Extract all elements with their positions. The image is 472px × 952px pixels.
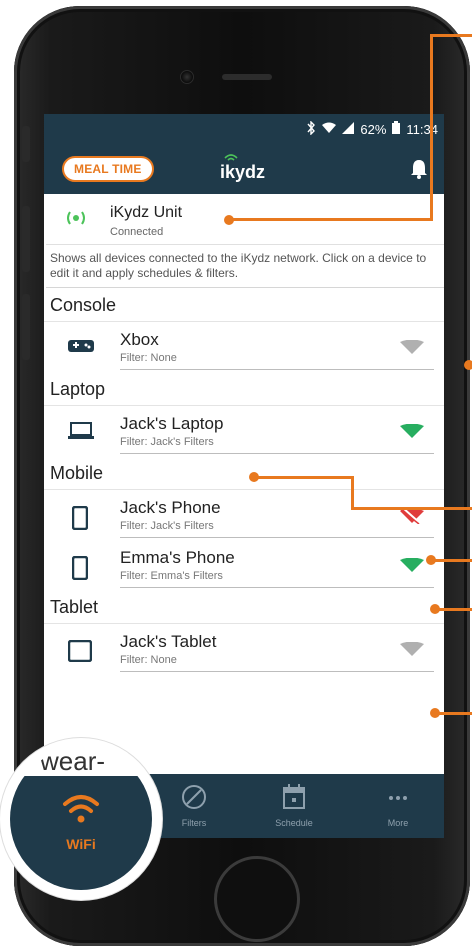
wifi-tab-zoom: wear- WiFi [0,738,162,900]
device-filter: Filter: Jack's Filters [120,520,214,532]
nav-label: Filters [181,818,207,828]
device-filter: Filter: Emma's Filters [120,570,223,582]
status-bar: 62% 11:34 [44,114,444,144]
app-bar: MEAL TIME ikydz [44,144,444,194]
broadcast-icon [62,206,90,235]
meal-time-button[interactable]: MEAL TIME [62,156,154,182]
nav-schedule[interactable]: Schedule [254,784,334,828]
more-dots-icon [389,796,407,800]
wifi-blocked-red-icon [400,507,424,529]
partial-section-text: wear- [40,748,106,776]
nav-label: Schedule [275,818,313,828]
callout-line [435,712,472,715]
mute-switch [22,126,30,162]
callout-line [351,476,354,510]
phone-screen: 62% 11:34 MEAL TIME ikydz iKydz Unit Con… [44,114,444,838]
volume-up-button [22,206,30,272]
wifi-icon [63,795,99,823]
callout-dot [464,360,472,370]
tablet-icon [67,639,93,667]
device-row-jacks-laptop[interactable]: Jack's Laptop Filter: Jack's Filters [44,406,444,456]
battery-percent: 62% [360,121,387,137]
device-filter: Filter: Jack's Filters [120,436,214,448]
description-text: Shows all devices connected to the iKydz… [46,244,444,288]
bell-icon[interactable] [410,158,428,180]
phone-icon [68,555,89,585]
wifi-signal-grey-icon [400,641,424,661]
nav-filters[interactable]: Filters [154,784,234,828]
nav-label: More [387,818,409,828]
device-row-jacks-tablet[interactable]: Jack's Tablet Filter: None [44,624,444,674]
callout-line [430,34,472,37]
device-name: Jack's Laptop [120,414,224,433]
section-console: Console [44,288,444,322]
divider [120,671,434,672]
app-logo: ikydz [220,154,265,183]
nav-label-wifi: WiFi [66,836,96,852]
divider [120,587,434,588]
bluetooth-icon [306,119,316,138]
callout-line [431,559,472,562]
volume-down-button [22,294,30,360]
home-button[interactable] [214,856,300,942]
device-name: Xbox [120,330,159,349]
prohibited-icon [182,785,206,809]
front-camera [180,70,194,84]
divider [120,453,434,454]
device-row-xbox[interactable]: Xbox Filter: None [44,322,444,372]
device-row-jacks-phone[interactable]: Jack's Phone Filter: Jack's Filters [44,490,444,540]
section-tablet: Tablet [44,590,444,624]
callout-line [435,608,472,611]
section-laptop: Laptop [44,372,444,406]
wifi-signal-green-icon [400,557,424,577]
earpiece-speaker [222,74,272,80]
device-filter: Filter: None [120,352,177,364]
device-filter: Filter: None [120,654,177,666]
logo-wifi-icon [224,154,238,161]
gamepad-icon [68,338,94,359]
nav-wifi[interactable] [10,776,152,890]
clock: 11:34 [406,121,438,137]
phone-icon [68,505,89,535]
device-name: Jack's Tablet [120,632,217,651]
divider [120,369,434,370]
signal-icon [342,121,355,137]
divider [120,537,434,538]
wifi-signal-green-icon [400,423,424,443]
callout-line [430,34,433,221]
callout-line [351,507,472,510]
unit-status: Connected [110,226,164,238]
nav-more[interactable]: More [358,784,438,828]
callout-line [229,218,433,221]
section-mobile: Mobile [44,456,444,490]
callout-line [254,476,354,479]
device-name: Emma's Phone [120,548,235,567]
laptop-icon [68,422,94,445]
battery-icon [392,121,401,137]
wifi-status-icon [322,122,337,137]
logo-text: ikydz [220,162,266,182]
calendar-icon [283,784,305,809]
wifi-tab-zoom-inner: wear- WiFi [10,748,152,890]
device-row-emmas-phone[interactable]: Emma's Phone Filter: Emma's Filters [44,540,444,590]
wifi-signal-grey-icon [400,339,424,359]
device-name: Jack's Phone [120,498,221,517]
